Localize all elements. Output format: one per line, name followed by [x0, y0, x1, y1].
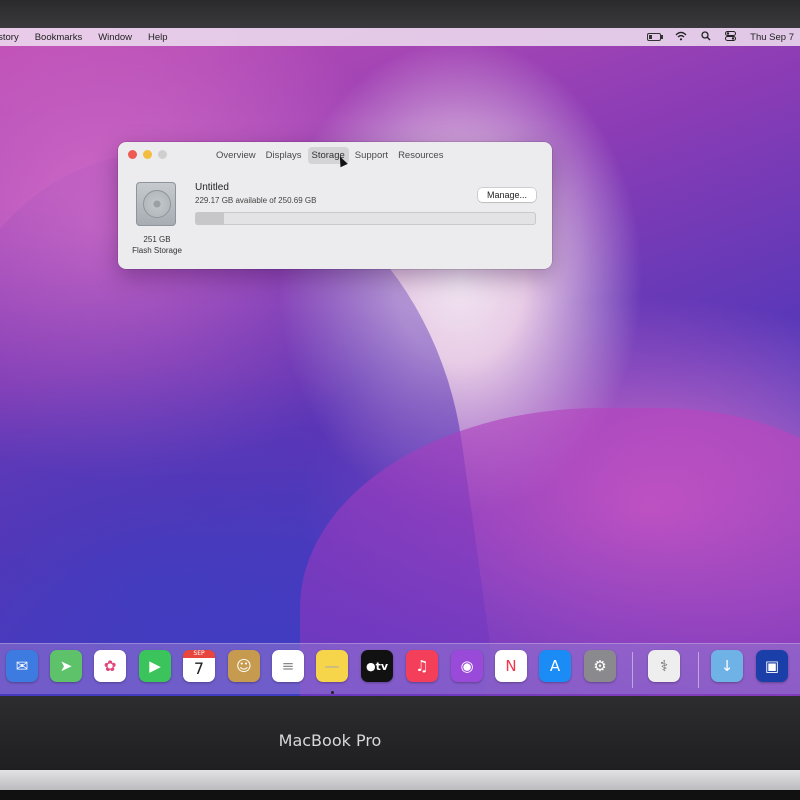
dock-separator: [632, 652, 633, 688]
wifi-icon[interactable]: [675, 31, 687, 44]
storage-used-segment: [195, 212, 225, 225]
calendar-day: 7: [193, 659, 205, 678]
drive-caption: 251 GB Flash Storage: [122, 234, 192, 256]
menu-bookmarks[interactable]: Bookmarks: [35, 32, 83, 43]
menu-bar-clock[interactable]: Thu Sep 7: [750, 32, 794, 43]
volume-name: Untitled: [195, 182, 229, 193]
volume-summary: 229.17 GB available of 250.69 GB: [195, 196, 317, 205]
disk-utility-icon[interactable]: ⚕: [648, 650, 680, 682]
photos-icon[interactable]: ✿: [94, 650, 126, 682]
laptop-bezel-top: [0, 0, 800, 30]
minimize-button[interactable]: [143, 150, 152, 159]
news-icon[interactable]: N: [495, 650, 527, 682]
contacts-icon[interactable]: ☺: [228, 650, 260, 682]
drive-type: Flash Storage: [132, 246, 182, 255]
reminders-icon[interactable]: ≡: [272, 650, 304, 682]
hard-drive-icon: [136, 182, 176, 226]
facetime-icon[interactable]: ▶: [139, 650, 171, 682]
tv-label: ●tv: [365, 659, 389, 673]
downloads-folder-icon[interactable]: ↓: [711, 650, 743, 682]
screenshot-icon[interactable]: ▣: [756, 650, 788, 682]
menu-history[interactable]: istory: [0, 32, 19, 43]
tab-displays[interactable]: Displays: [262, 147, 306, 164]
tab-resources[interactable]: Resources: [394, 147, 447, 164]
mail-icon[interactable]: ✉: [6, 650, 38, 682]
brand-label: MacBook Pro: [278, 731, 382, 750]
menu-bar: istory Bookmarks Window Help Thu Sep 7: [0, 28, 800, 46]
calendar-icon[interactable]: SEP 7: [183, 650, 215, 682]
close-button[interactable]: [128, 150, 137, 159]
system-preferences-icon[interactable]: ⚙: [584, 650, 616, 682]
podcasts-icon[interactable]: ◉: [451, 650, 483, 682]
calendar-month: SEP: [183, 650, 215, 658]
storage-usage-bar: [195, 212, 536, 225]
menu-help[interactable]: Help: [148, 32, 168, 43]
maps-icon[interactable]: ➤: [50, 650, 82, 682]
running-app-indicator: [331, 691, 334, 694]
dock-separator: [698, 652, 699, 688]
tab-overview[interactable]: Overview: [212, 147, 260, 164]
notes-icon[interactable]: —: [316, 650, 348, 682]
keyboard-edge: [0, 790, 800, 800]
menu-window[interactable]: Window: [98, 32, 132, 43]
tv-icon[interactable]: ●tv: [361, 650, 393, 682]
tab-bar: Overview Displays Storage Support Resour…: [212, 147, 447, 164]
music-icon[interactable]: ♫: [406, 650, 438, 682]
desktop-wallpaper: [0, 28, 800, 696]
app-store-icon[interactable]: A: [539, 650, 571, 682]
drive-capacity: 251 GB: [143, 235, 171, 244]
window-controls: [128, 150, 167, 159]
spotlight-icon[interactable]: [701, 30, 711, 44]
battery-icon[interactable]: [647, 32, 664, 42]
control-center-icon[interactable]: [725, 30, 737, 44]
about-this-mac-window: Overview Displays Storage Support Resour…: [118, 142, 552, 269]
manage-button[interactable]: Manage...: [478, 188, 536, 202]
zoom-button[interactable]: [158, 150, 167, 159]
tab-support[interactable]: Support: [351, 147, 392, 164]
